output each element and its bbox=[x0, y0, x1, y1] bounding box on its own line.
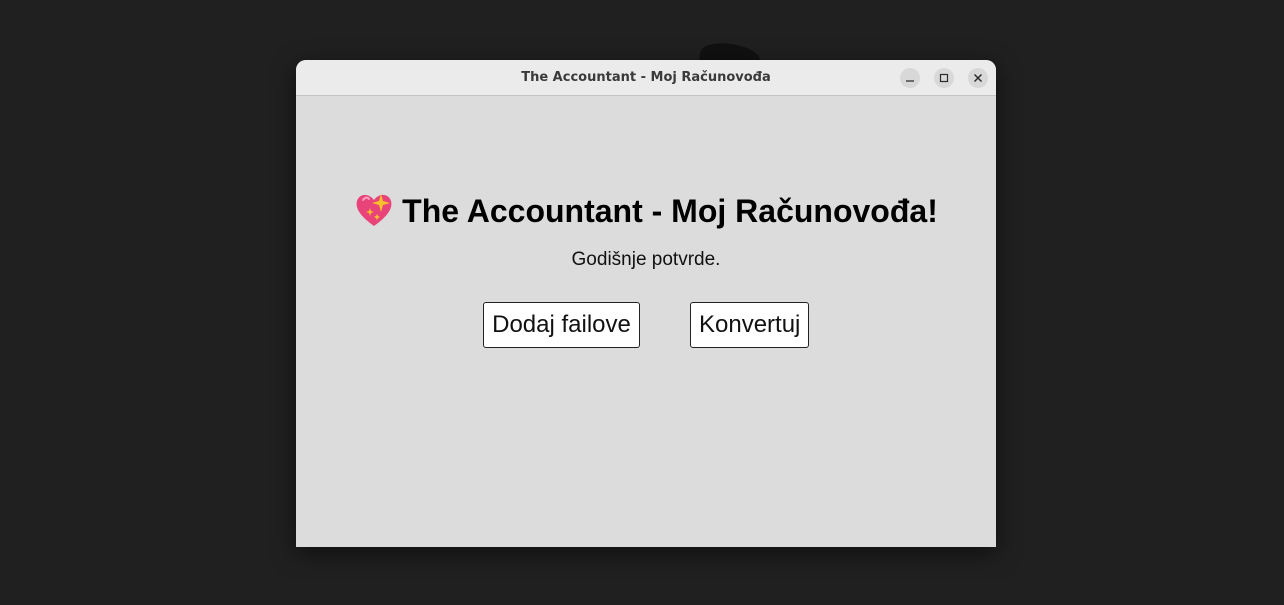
window-titlebar[interactable]: The Accountant - Moj Računovođa bbox=[296, 60, 996, 96]
app-window: The Accountant - Moj Računovođa The Acco… bbox=[296, 60, 996, 547]
page-title-text: The Accountant - Moj Računovođa! bbox=[402, 193, 938, 229]
page-title: The Accountant - Moj Računovođa! bbox=[296, 190, 996, 230]
window-title: The Accountant - Moj Računovođa bbox=[521, 70, 771, 85]
maximize-button[interactable] bbox=[934, 68, 954, 88]
maximize-icon bbox=[939, 73, 949, 83]
minimize-icon bbox=[906, 80, 914, 82]
close-button[interactable] bbox=[968, 68, 988, 88]
close-icon bbox=[974, 74, 982, 82]
convert-button[interactable]: Konvertuj bbox=[690, 302, 809, 348]
add-files-button[interactable]: Dodaj failove bbox=[483, 302, 640, 348]
window-content: The Accountant - Moj Računovođa! Godišnj… bbox=[296, 96, 996, 547]
minimize-button[interactable] bbox=[900, 68, 920, 88]
sparkling-heart-icon bbox=[356, 194, 392, 226]
page-subtitle: Godišnje potvrde. bbox=[571, 249, 721, 270]
